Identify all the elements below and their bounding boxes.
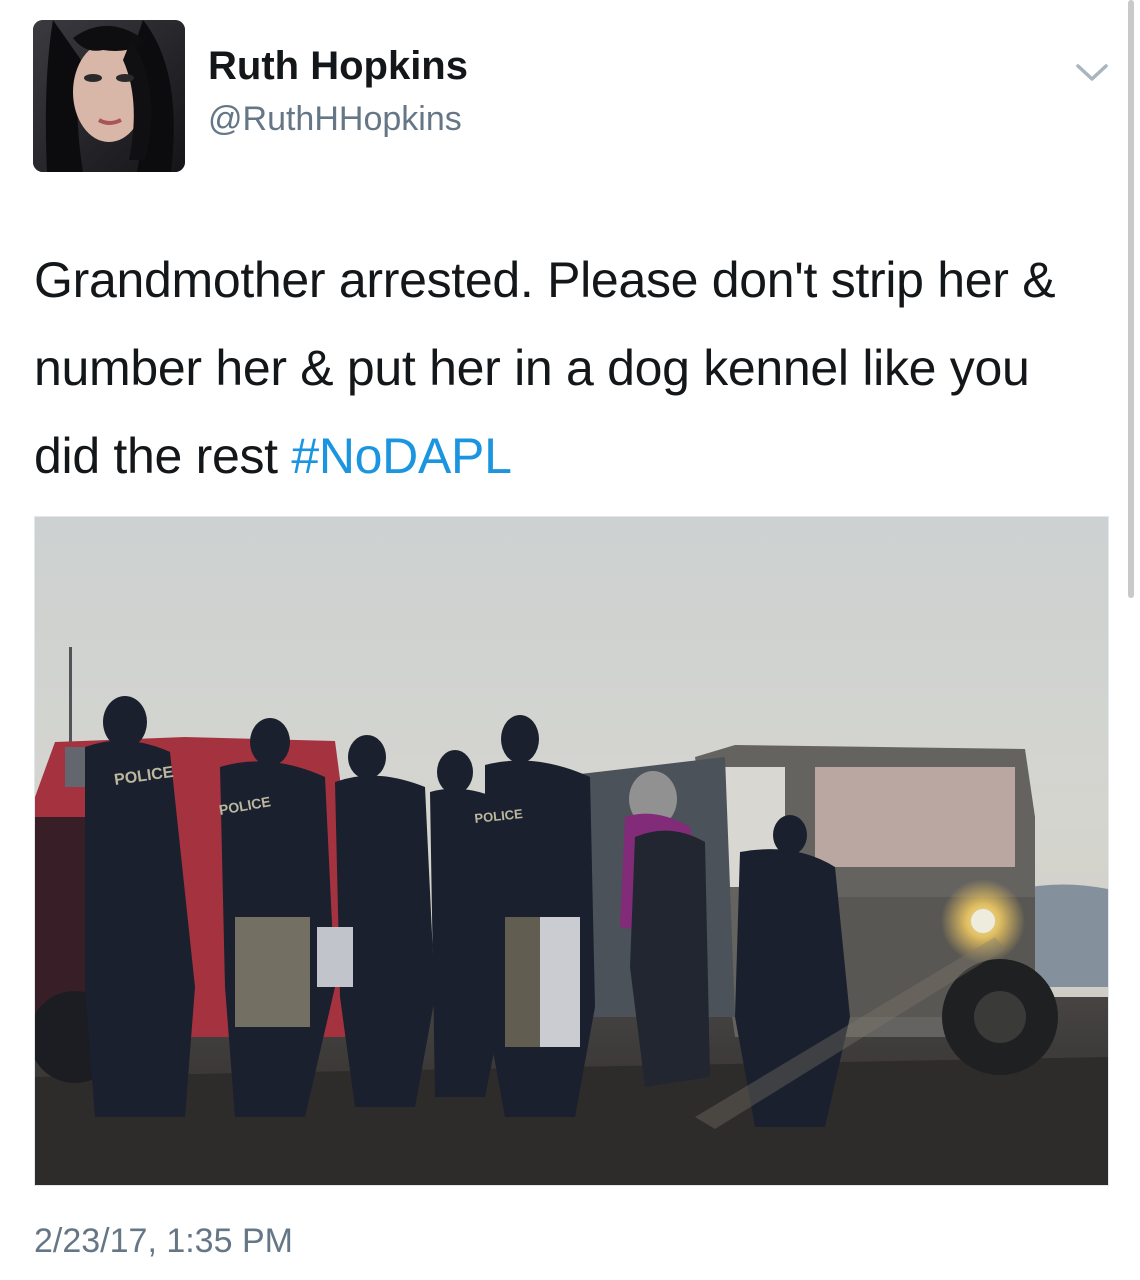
tweet-text: Grandmother arrested. Please don't strip… xyxy=(34,236,1094,500)
tweet-photo[interactable]: POLICE POLICE POLICE xyxy=(34,516,1109,1186)
avatar-photo xyxy=(33,20,185,172)
hashtag-link[interactable]: #NoDAPL xyxy=(291,428,512,484)
scrollbar[interactable] xyxy=(1128,0,1134,598)
photo-scene: POLICE POLICE POLICE xyxy=(35,517,1108,1185)
tweet-body: Grandmother arrested. Please don't strip… xyxy=(34,252,1056,484)
author-handle[interactable]: @RuthHHopkins xyxy=(208,100,462,139)
tweet-timestamp[interactable]: 2/23/17, 1:35 PM xyxy=(34,1222,293,1261)
avatar[interactable] xyxy=(33,20,185,172)
chevron-down-icon[interactable] xyxy=(1072,58,1112,86)
author-display-name[interactable]: Ruth Hopkins xyxy=(208,44,468,89)
